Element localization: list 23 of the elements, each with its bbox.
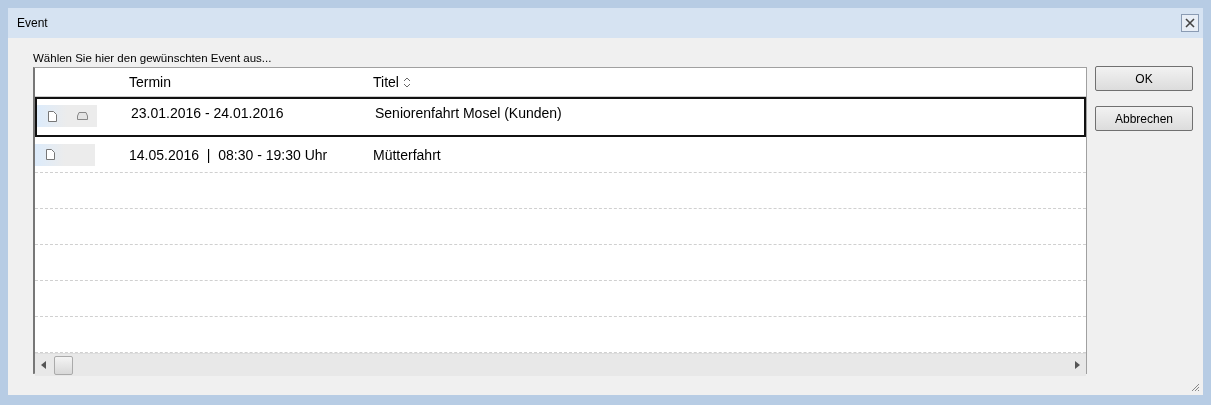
sort-icon bbox=[402, 76, 411, 88]
resize-grip-icon[interactable] bbox=[1189, 381, 1200, 392]
event-row[interactable]: 23.01.2016 - 24.01.2016 Seniorenfahrt Mosel (Kunden) bbox=[35, 97, 1086, 137]
table-cell: Mütterfahrt bbox=[373, 146, 441, 163]
document-icon bbox=[45, 149, 55, 160]
ok-button[interactable]: OK bbox=[1095, 66, 1193, 91]
cancel-button[interactable]: Abbrechen bbox=[1095, 106, 1193, 131]
table-cell-text: 14.05.2016 | 08:30 - 19:30 Uhr bbox=[129, 146, 329, 163]
table-cell: Seniorenfahrt Mosel (Kunden) bbox=[375, 105, 562, 121]
column-header[interactable]: Termin bbox=[129, 74, 373, 90]
scroll-left-icon[interactable] bbox=[41, 361, 46, 369]
instruction-text: Wählen Sie hier den gewünschten Event aus... bbox=[33, 52, 273, 64]
close-icon bbox=[1185, 18, 1195, 28]
horizontal-scrollbar[interactable] bbox=[35, 353, 1086, 376]
scroll-thumb[interactable] bbox=[54, 355, 73, 375]
column-header[interactable]: Titel bbox=[373, 74, 411, 90]
event-row[interactable]: 14.05.2016 | 08:30 - 19:30 Uhr Mütterfahrt bbox=[35, 137, 1086, 173]
scroll-right-icon[interactable] bbox=[1075, 361, 1080, 369]
table-cell-text: 23.01.2016 - 24.01.2016 bbox=[131, 105, 285, 121]
document-icon bbox=[47, 110, 57, 122]
window-title: Event bbox=[17, 16, 48, 30]
close-button[interactable] bbox=[1181, 14, 1199, 32]
tray-icon bbox=[76, 112, 88, 120]
